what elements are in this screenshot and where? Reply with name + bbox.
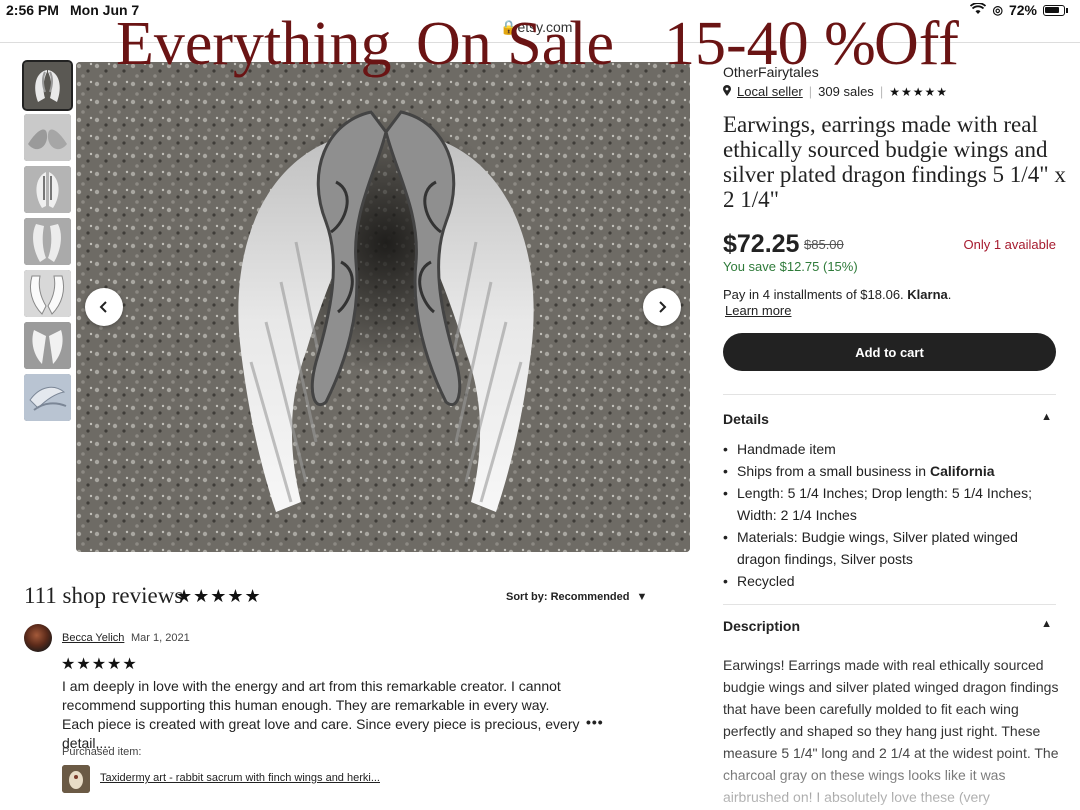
caret-down-icon: ▼ bbox=[636, 591, 648, 603]
chevron-up-icon: ▲ bbox=[1041, 618, 1052, 630]
thumbnail-2[interactable] bbox=[24, 114, 71, 161]
previous-image-button[interactable] bbox=[85, 288, 123, 326]
klarna-logo: Klarna bbox=[907, 287, 948, 302]
review-text: I am deeply in love with the energy and … bbox=[62, 678, 580, 751]
chevron-up-icon: ▲ bbox=[1041, 411, 1052, 423]
detail-length: Length: 5 1/4 Inches; Drop length: 5 1/4… bbox=[723, 482, 1056, 526]
detail-materials: Materials: Budgie wings, Silver plated w… bbox=[723, 526, 1056, 570]
url-text: etsy.com bbox=[517, 19, 573, 35]
reviews-title: 111 shop reviews bbox=[24, 583, 184, 608]
battery-percent: 72% bbox=[1008, 2, 1037, 18]
detail-recycled: Recycled bbox=[723, 570, 1056, 592]
earrings-photo bbox=[76, 62, 690, 552]
shop-rating-stars[interactable]: ★★★★★ bbox=[889, 85, 948, 99]
seller-info: Local seller | 309 sales | ★★★★★ bbox=[723, 84, 948, 99]
thumbnail-strip bbox=[22, 60, 73, 426]
map-pin-icon bbox=[723, 84, 731, 99]
details-list: Handmade item Ships from a small busines… bbox=[723, 438, 1056, 592]
learn-more-link[interactable]: Learn more bbox=[725, 303, 791, 318]
chevron-right-icon bbox=[659, 301, 667, 313]
purchased-item-link[interactable]: Taxidermy art - rabbit sacrum with finch… bbox=[100, 772, 380, 784]
original-price: $85.00 bbox=[804, 237, 844, 252]
description-heading: Description bbox=[723, 618, 801, 634]
location-icon: ◎ bbox=[992, 3, 1003, 17]
add-to-cart-button[interactable]: Add to cart bbox=[723, 333, 1056, 371]
thumbnail-1[interactable] bbox=[22, 60, 73, 111]
lock-icon: 🔒 bbox=[500, 19, 518, 35]
status-time: 2:56 PM bbox=[6, 2, 59, 18]
purchased-item-thumbnail[interactable] bbox=[62, 765, 90, 793]
reviewer-name-link[interactable]: Becca Yelich bbox=[62, 632, 124, 644]
thumbnail-4[interactable] bbox=[24, 218, 71, 265]
sort-label: Sort by: Recommended bbox=[506, 591, 630, 603]
thumbnail-6[interactable] bbox=[24, 322, 71, 369]
chevron-left-icon bbox=[99, 301, 107, 313]
ships-location: California bbox=[929, 463, 995, 479]
details-heading: Details bbox=[723, 411, 769, 427]
main-product-image[interactable] bbox=[76, 62, 690, 552]
wifi-icon bbox=[970, 2, 987, 18]
next-image-button[interactable] bbox=[643, 288, 681, 326]
installments-text: Pay in 4 installments of $18.06. bbox=[723, 287, 904, 302]
review-more-button[interactable]: ••• bbox=[586, 714, 604, 730]
local-seller-link[interactable]: Local seller bbox=[737, 84, 803, 99]
battery-icon bbox=[1043, 4, 1065, 16]
thumbnail-3[interactable] bbox=[24, 166, 71, 213]
url-bar[interactable]: 🔒etsy.com bbox=[500, 19, 572, 36]
purchased-label: Purchased item: bbox=[62, 746, 142, 758]
shop-sales-count: 309 sales bbox=[818, 84, 874, 99]
reviews-rating-stars: ★★★★★ bbox=[176, 586, 262, 606]
detail-ships-from: Ships from a small business in Californi… bbox=[723, 460, 1056, 482]
sale-price: $72.25 bbox=[723, 230, 800, 258]
stock-status: Only 1 available bbox=[963, 237, 1057, 252]
sort-dropdown[interactable]: Sort by: Recommended ▼ bbox=[506, 591, 647, 603]
status-date: Mon Jun 7 bbox=[70, 2, 140, 18]
thumbnail-7[interactable] bbox=[24, 374, 71, 421]
listing-title: Earwings, earrings made with real ethica… bbox=[723, 112, 1066, 212]
thumbnail-5[interactable] bbox=[24, 270, 71, 317]
savings-text: You save $12.75 (15%) bbox=[723, 259, 858, 274]
review-date: Mar 1, 2021 bbox=[131, 632, 190, 644]
review-stars: ★★★★★ bbox=[61, 656, 138, 673]
status-indicators: ◎ 72% bbox=[970, 2, 1068, 18]
details-toggle[interactable]: Details ▲ bbox=[723, 411, 1056, 427]
reviewer-avatar[interactable] bbox=[24, 624, 52, 652]
description-toggle[interactable]: Description ▲ bbox=[723, 618, 1056, 634]
detail-handmade: Handmade item bbox=[723, 438, 1056, 460]
installments-info: Pay in 4 installments of $18.06. Klarna. bbox=[723, 287, 952, 302]
shop-name-link[interactable]: OtherFairytales bbox=[723, 64, 819, 80]
